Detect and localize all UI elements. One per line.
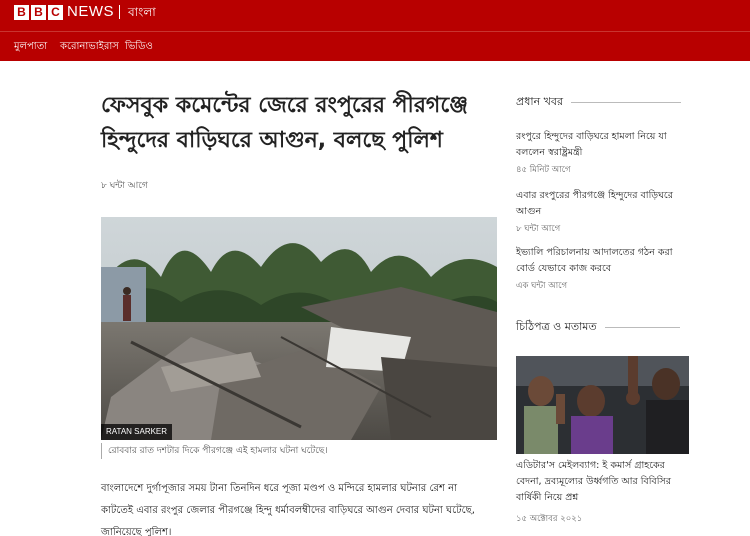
top-story-title[interactable]: রংপুরে হিন্দুদের বাড়িঘরে হামলা নিয়ে যা…	[516, 129, 686, 161]
nav-item-coronavirus[interactable]: করোনাভাইরাস	[60, 40, 119, 53]
logo-letter-b2: B	[31, 5, 46, 20]
opinion-heading-text: চিঠিপত্র ও মতামত	[516, 320, 597, 333]
masthead: B B C NEWS বাংলা	[0, 0, 750, 31]
header-divider	[119, 5, 120, 19]
nav-item-video[interactable]: ভিডিও	[125, 40, 153, 53]
opinion-story-title[interactable]: এডিটার'স মেইলব্যাগ: ই কমার্স গ্রাহকের বে…	[516, 458, 691, 506]
article-photo	[101, 217, 497, 440]
image-caption: রোববার রাত দশটার দিকে পীরগঞ্জে এই হামলার…	[101, 443, 497, 459]
opinion-story[interactable]: এডিটার'স মেইলব্যাগ: ই কমার্স গ্রাহকের বে…	[516, 458, 691, 526]
top-story-time: এক ঘন্টা আগে	[516, 281, 568, 291]
news-wordmark[interactable]: NEWS	[67, 3, 114, 21]
logo-letter-c: C	[48, 5, 63, 20]
burned-houses-image	[101, 217, 497, 440]
bbc-logo[interactable]: B B C	[14, 5, 63, 20]
top-story-time: ৪৫ মিনিট আগে	[516, 165, 571, 175]
top-stories-heading: প্রধান খবর	[516, 95, 682, 109]
logo-letter-b1: B	[14, 5, 29, 20]
language-label[interactable]: বাংলা	[128, 3, 156, 21]
opinion-heading: চিঠিপত্র ও মতামত	[516, 320, 680, 334]
top-stories-heading-text: প্রধান খবর	[516, 95, 564, 108]
opinion-story-date: ১৫ অক্টোবর ২০২১	[516, 514, 583, 524]
image-credit: RATAN SARKER	[101, 424, 173, 440]
heading-rule	[571, 101, 682, 103]
article-body: বাংলাদেশে দুর্গাপূজার সময় টানা তিনদিন ধ…	[101, 483, 475, 536]
protest-photo	[516, 356, 689, 454]
heading-rule	[604, 326, 680, 328]
article-timestamp: ৮ ঘন্টা আগে	[101, 181, 148, 191]
top-story-2[interactable]: এবার রংপুরের পীরগঞ্জে হিন্দুদের বাড়িঘরে…	[516, 188, 686, 236]
top-story-title[interactable]: ইভ্যালি পরিচালনায় আদালতের গঠন করা বোর্ড…	[516, 245, 686, 277]
top-story-time: ৮ ঘন্টা আগে	[516, 224, 561, 234]
opinion-image[interactable]	[516, 356, 689, 454]
top-story-3[interactable]: ইভ্যালি পরিচালনায় আদালতের গঠন করা বোর্ড…	[516, 245, 686, 293]
article-headline: ফেসবুক কমেন্টের জেরে রংপুরের পীরগঞ্জে হি…	[101, 93, 468, 153]
nav-item-home[interactable]: মুলপাতা	[14, 40, 47, 53]
top-story-title[interactable]: এবার রংপুরের পীরগঞ্জে হিন্দুদের বাড়িঘরে…	[516, 188, 686, 220]
top-story-1[interactable]: রংপুরে হিন্দুদের বাড়িঘরে হামলা নিয়ে যা…	[516, 129, 686, 177]
main-navigation: মুলপাতা করোনাভাইরাস ভিডিও	[0, 31, 750, 61]
